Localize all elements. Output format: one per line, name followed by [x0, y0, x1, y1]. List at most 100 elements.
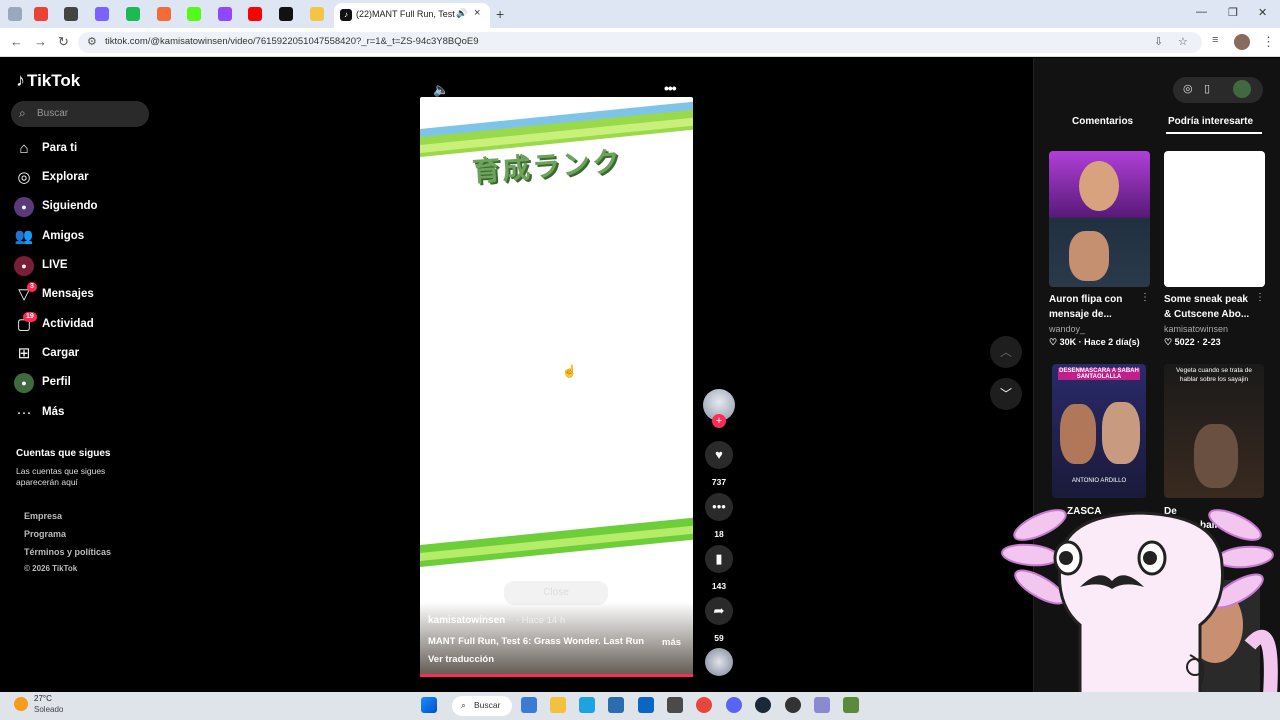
card-menu-icon[interactable]: ⋮ [1140, 292, 1150, 303]
phone-icon[interactable]: ▯ [1204, 82, 1210, 95]
comment-button[interactable]: ••• [705, 493, 733, 521]
app-icon[interactable] [667, 697, 683, 713]
search-icon: ⌕ [461, 700, 466, 710]
compass-small-icon[interactable]: ◎ [1183, 82, 1193, 95]
back-icon[interactable]: ← [10, 34, 23, 49]
url-text: tiktok.com/@kamisatowinsen/video/7615922… [105, 36, 479, 47]
sidebar-item-explorar[interactable]: ◎ Explorar [14, 166, 154, 190]
maximize-icon[interactable]: ❐ [1228, 6, 1238, 19]
video-options-icon[interactable]: ••• [664, 80, 677, 96]
close-window-icon[interactable]: ✕ [1258, 6, 1267, 19]
active-tab-indicator [1166, 132, 1262, 134]
chevron-up-icon: ︿ [999, 345, 1012, 359]
tab-audio-icon[interactable]: 🔊 [456, 8, 467, 19]
footer-link-terminos[interactable]: Términos y políticas [24, 547, 111, 557]
tab-favicon[interactable] [8, 7, 22, 21]
share-button[interactable]: ➦ [705, 597, 733, 625]
follow-plus-icon[interactable]: + [712, 414, 726, 428]
like-count: 737 [711, 477, 727, 487]
new-tab-button[interactable]: + [496, 6, 504, 22]
tab-favicon[interactable] [310, 7, 324, 21]
card-stats: ♡ 30K · Hace 2 día(s) [1049, 337, 1140, 347]
chrome-icon[interactable] [696, 697, 712, 713]
translate-link[interactable]: Ver traducción [428, 654, 494, 665]
install-icon[interactable]: ⇩ [1154, 35, 1163, 48]
reload-icon[interactable]: ↻ [58, 34, 69, 50]
search-input[interactable]: ⌕ Buscar [11, 101, 149, 127]
sidebar-item-perfil[interactable]: ● Perfil [14, 371, 154, 395]
site-info-icon[interactable]: ⚙ [87, 35, 97, 48]
extensions-icon[interactable]: ≡ [1212, 34, 1218, 46]
active-tab[interactable]: ♪ (22)MANT Full Run, Test 6: ... 🔊 × [334, 3, 490, 28]
forward-icon[interactable]: → [34, 34, 47, 49]
browser-menu-icon[interactable]: ⋮ [1262, 34, 1275, 50]
minimize-icon[interactable]: — [1196, 6, 1207, 18]
tiktok-logo[interactable]: ♪ TikTok [16, 70, 80, 91]
widgets-icon[interactable] [521, 697, 537, 713]
close-tab-icon[interactable]: × [474, 7, 480, 19]
gmail-tab-icon[interactable] [34, 7, 48, 21]
video-caption: MANT Full Run, Test 6: Grass Wonder. Las… [428, 636, 645, 647]
copyright: © 2026 TikTok [24, 564, 78, 573]
user-avatar[interactable] [1233, 80, 1251, 98]
outlook-icon[interactable] [638, 697, 654, 713]
card-title[interactable]: Some sneak peak & Cutscene Abo... [1164, 292, 1256, 322]
footer-link-empresa[interactable]: Empresa [24, 511, 62, 521]
sidebar-item-mas[interactable]: ··· Más [14, 401, 154, 425]
volume-icon[interactable]: 🔈 [433, 82, 449, 98]
sidebar-item-actividad[interactable]: ▢ 19 Actividad [14, 312, 154, 337]
video-player[interactable]: 育成ランク Close [420, 97, 693, 677]
edge-icon[interactable] [579, 697, 595, 713]
start-windows-icon[interactable] [421, 697, 437, 713]
file-explorer-icon[interactable] [550, 697, 566, 713]
music-disc-avatar[interactable] [705, 648, 733, 676]
bookmark-star-icon[interactable]: ☆ [1178, 35, 1188, 48]
card-user[interactable]: kamisatowinsen [1164, 324, 1228, 334]
tab-podria-interesarte[interactable]: Podría interesarte [1168, 116, 1253, 127]
footer-link-programa[interactable]: Programa [24, 529, 66, 539]
messages-badge: 3 [27, 282, 37, 292]
video-thumbnail[interactable]: Vegeta cuando se trata de hablar sobre l… [1164, 364, 1264, 498]
sidebar-item-label: Más [42, 406, 65, 418]
video-thumbnail[interactable]: DESENMASCARA A SABAH SANTAOLALLA ANTONIO… [1052, 364, 1146, 498]
minecraft-icon[interactable] [843, 697, 859, 713]
card-title[interactable]: Auron flipa con mensaje de... [1049, 292, 1141, 322]
discord-icon[interactable] [726, 697, 742, 713]
youtube-tab-icon[interactable] [248, 7, 262, 21]
caption-more-link[interactable]: más [662, 637, 681, 648]
steam-icon[interactable] [755, 697, 771, 713]
tab-comentarios[interactable]: Comentarios [1072, 116, 1133, 127]
twitch-tab-icon[interactable] [218, 7, 232, 21]
store-icon[interactable] [608, 697, 624, 713]
video-progress-bar[interactable] [420, 674, 693, 677]
card-menu-icon[interactable]: ⋮ [1255, 292, 1265, 303]
tab-favicon[interactable] [64, 7, 78, 21]
tab-favicon[interactable] [95, 7, 109, 21]
x-tab-icon[interactable] [279, 7, 293, 21]
address-bar[interactable]: ⚙ tiktok.com/@kamisatowinsen/video/76159… [78, 32, 1202, 53]
taskbar-search[interactable]: ⌕ Buscar [452, 696, 512, 716]
like-button[interactable]: ♥ [705, 441, 733, 469]
app-icon[interactable] [814, 697, 830, 713]
video-author[interactable]: kamisatowinsen [428, 615, 505, 626]
kick-tab-icon[interactable] [187, 7, 201, 21]
video-thumbnail[interactable] [1049, 151, 1150, 287]
sidebar-item-cargar[interactable]: ⊞ Cargar [14, 342, 154, 366]
sidebar-item-amigos[interactable]: 👥 Amigos [14, 225, 154, 249]
sidebar-item-siguiendo[interactable]: ● Siguiendo [14, 195, 154, 219]
sidebar-item-mensajes[interactable]: ▽ 3 Mensajes [14, 282, 154, 307]
card-user[interactable]: wandoy_ [1049, 324, 1085, 334]
sidebar-item-label: Actividad [42, 318, 94, 330]
next-video-button[interactable]: ﹀ [990, 378, 1022, 410]
obs-icon[interactable] [785, 697, 801, 713]
tab-favicon[interactable] [157, 7, 171, 21]
sidebar-item-label: Para ti [42, 142, 78, 154]
tab-favicon[interactable] [126, 7, 140, 21]
video-thumbnail[interactable] [1164, 151, 1265, 287]
weather-temperature[interactable]: 27°C [34, 694, 52, 703]
profile-avatar[interactable] [1234, 34, 1250, 50]
previous-video-button[interactable]: ︿ [990, 336, 1022, 368]
save-button[interactable]: ▮ [705, 545, 733, 573]
sidebar-item-live[interactable]: ● LIVE [14, 254, 154, 278]
sidebar-item-para-ti[interactable]: ⌂ Para ti [14, 137, 154, 161]
